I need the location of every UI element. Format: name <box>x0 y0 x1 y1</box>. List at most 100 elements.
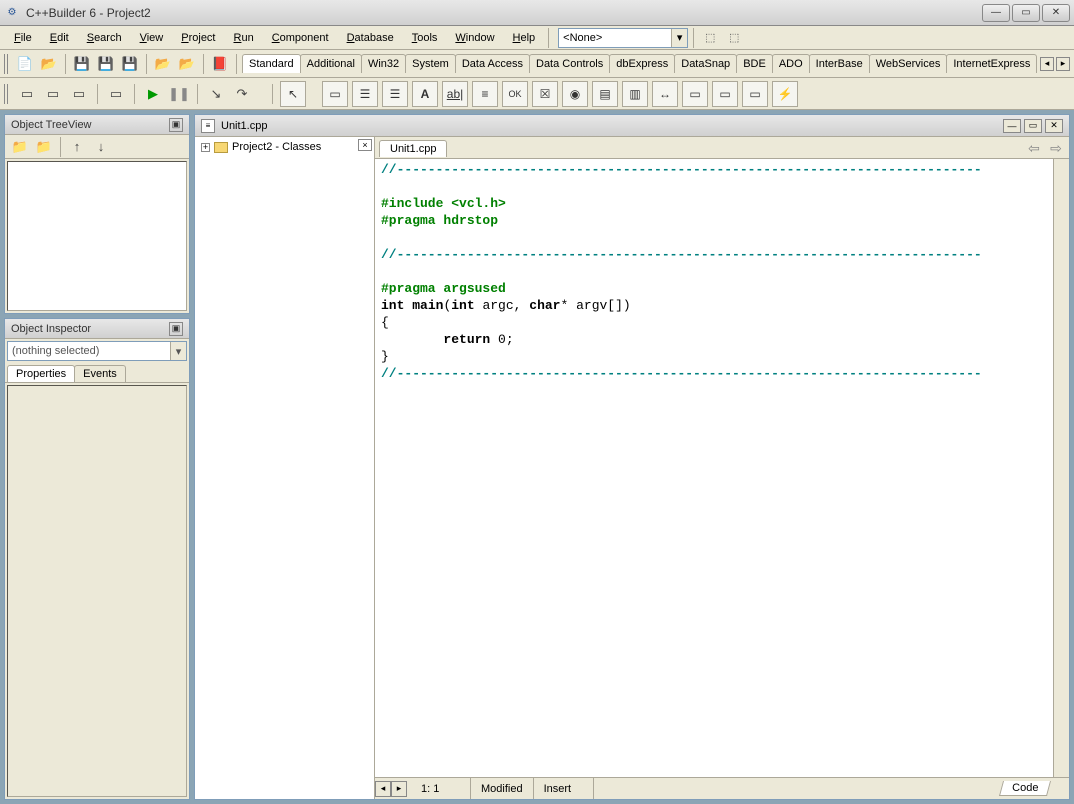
tree-expand-icon[interactable]: + <box>201 143 210 152</box>
config-combo[interactable]: <None> ▾ <box>558 28 688 48</box>
trace-into-button[interactable]: ↘ <box>205 83 227 105</box>
maximize-button[interactable]: ▭ <box>1012 4 1040 22</box>
view-form-button[interactable]: ▭ <box>16 83 38 105</box>
inspector-tab-properties[interactable]: Properties <box>7 365 75 382</box>
palette-tab-dbexpress[interactable]: dbExpress <box>609 54 675 73</box>
component-edit[interactable]: ab| <box>442 81 468 107</box>
save-project-button[interactable]: 💾 <box>119 53 141 75</box>
component-combobox[interactable]: ▥ <box>622 81 648 107</box>
new-form-button[interactable]: ▭ <box>105 83 127 105</box>
menu-run[interactable]: Run <box>226 29 262 47</box>
inspector-combo-value: (nothing selected) <box>12 345 99 357</box>
palette-tab-win32[interactable]: Win32 <box>361 54 406 73</box>
editor-maximize-button[interactable]: ▭ <box>1024 119 1042 133</box>
save-button[interactable]: 💾 <box>71 53 93 75</box>
palette-tab-dataaccess[interactable]: Data Access <box>455 54 530 73</box>
menu-help[interactable]: Help <box>505 29 544 47</box>
code-tab-unit1[interactable]: Unit1.cpp <box>379 140 447 157</box>
new-button[interactable]: 📄 <box>14 53 36 75</box>
component-scrollbar[interactable]: ↔ <box>652 81 678 107</box>
run-button[interactable]: ▶ <box>142 83 164 105</box>
inspector-body[interactable] <box>7 385 187 797</box>
object-treeview-body[interactable] <box>7 161 187 311</box>
component-pointer[interactable]: ↖ <box>280 81 306 107</box>
menu-view[interactable]: View <box>132 29 172 47</box>
add-to-project-button[interactable]: 📂 <box>176 53 198 75</box>
component-label[interactable]: A <box>412 81 438 107</box>
component-listbox[interactable]: ▤ <box>592 81 618 107</box>
component-checkbox[interactable]: ☒ <box>532 81 558 107</box>
editor-minimize-button[interactable]: — <box>1003 119 1021 133</box>
component-mainmenu[interactable]: ☰ <box>352 81 378 107</box>
code-editor[interactable]: //--------------------------------------… <box>375 159 1053 777</box>
toolbar-grip-2[interactable] <box>4 84 10 104</box>
toggle-form-unit-button[interactable]: ▭ <box>68 83 90 105</box>
hscroll-left[interactable]: ◂ <box>375 781 391 797</box>
nav-forward-button[interactable]: ⇨ <box>1047 141 1065 157</box>
toolbar-btn-a[interactable]: ⬚ <box>699 28 721 48</box>
component-groupbox[interactable]: ▭ <box>682 81 708 107</box>
view-tab-code[interactable]: Code <box>999 781 1051 796</box>
treeview-btn-1[interactable]: 📁 <box>9 136 31 158</box>
component-panel[interactable]: ▭ <box>742 81 768 107</box>
palette-tab-system[interactable]: System <box>405 54 456 73</box>
palette-tab-additional[interactable]: Additional <box>300 54 362 73</box>
vertical-scrollbar[interactable] <box>1053 159 1069 777</box>
component-radiogroup[interactable]: ▭ <box>712 81 738 107</box>
minimize-button[interactable]: — <box>982 4 1010 22</box>
menu-edit[interactable]: Edit <box>42 29 77 47</box>
palette-tab-internetexpress[interactable]: InternetExpress <box>946 54 1037 73</box>
class-explorer[interactable]: × + Project2 - Classes <box>195 137 375 799</box>
palette-tab-interbase[interactable]: InterBase <box>809 54 870 73</box>
component-popupmenu[interactable]: ☰ <box>382 81 408 107</box>
object-inspector-title-text: Object Inspector <box>11 323 91 335</box>
pin-icon[interactable]: ▣ <box>169 118 183 132</box>
step-over-button[interactable]: ↷ <box>231 83 253 105</box>
palette-tab-webservices[interactable]: WebServices <box>869 54 948 73</box>
component-actionlist[interactable]: ⚡ <box>772 81 798 107</box>
menu-file[interactable]: File <box>6 29 40 47</box>
palette-tab-standard[interactable]: Standard <box>242 54 301 73</box>
toolbar-btn-b[interactable]: ⬚ <box>723 28 745 48</box>
palette-tab-bde[interactable]: BDE <box>736 54 773 73</box>
nav-back-button[interactable]: ⇦ <box>1025 141 1043 157</box>
toolbar-grip[interactable] <box>4 54 10 74</box>
menu-tools[interactable]: Tools <box>404 29 446 47</box>
menu-component[interactable]: Component <box>264 29 337 47</box>
pin-icon[interactable]: ▣ <box>169 322 183 336</box>
tree-node-root[interactable]: + Project2 - Classes <box>195 137 374 157</box>
view-unit-button[interactable]: ▭ <box>42 83 64 105</box>
palette-tab-ado[interactable]: ADO <box>772 54 810 73</box>
help-button[interactable]: 📕 <box>209 53 231 75</box>
close-button[interactable]: ✕ <box>1042 4 1070 22</box>
treeview-down-button[interactable]: ↓ <box>90 136 112 158</box>
component-radiobutton[interactable]: ◉ <box>562 81 588 107</box>
open-project-button[interactable]: 📂 <box>152 53 174 75</box>
menu-window[interactable]: Window <box>447 29 502 47</box>
treeview-btn-2[interactable]: 📁 <box>33 136 55 158</box>
menu-search[interactable]: Search <box>79 29 130 47</box>
component-memo[interactable]: ≡ <box>472 81 498 107</box>
component-palette-tabs: Standard Additional Win32 System Data Ac… <box>242 54 1038 73</box>
main-area: Object TreeView ▣ 📁 📁 ↑ ↓ Object Inspect… <box>0 110 1074 804</box>
toolbar-main: 📄 📂 💾 💾 💾 📂 📂 📕 Standard Additional Win3… <box>0 50 1074 78</box>
class-explorer-close[interactable]: × <box>358 139 372 151</box>
open-button[interactable]: 📂 <box>38 53 60 75</box>
component-button[interactable]: OK <box>502 81 528 107</box>
menu-database[interactable]: Database <box>339 29 402 47</box>
palette-tab-datasnap[interactable]: DataSnap <box>674 54 737 73</box>
palette-scroll-left[interactable]: ◂ <box>1040 57 1054 71</box>
object-treeview-title-text: Object TreeView <box>11 119 92 131</box>
component-frames[interactable]: ▭ <box>322 81 348 107</box>
palette-scroll-right[interactable]: ▸ <box>1056 57 1070 71</box>
palette-tab-datacontrols[interactable]: Data Controls <box>529 54 610 73</box>
save-all-button[interactable]: 💾 <box>95 53 117 75</box>
config-combo-value: <None> <box>563 32 602 44</box>
inspector-object-combo[interactable]: (nothing selected) ▾ <box>7 341 187 361</box>
editor-close-button[interactable]: ✕ <box>1045 119 1063 133</box>
treeview-up-button[interactable]: ↑ <box>66 136 88 158</box>
hscroll-right[interactable]: ▸ <box>391 781 407 797</box>
menu-project[interactable]: Project <box>173 29 223 47</box>
pause-button[interactable]: ❚❚ <box>168 83 190 105</box>
inspector-tab-events[interactable]: Events <box>74 365 126 382</box>
